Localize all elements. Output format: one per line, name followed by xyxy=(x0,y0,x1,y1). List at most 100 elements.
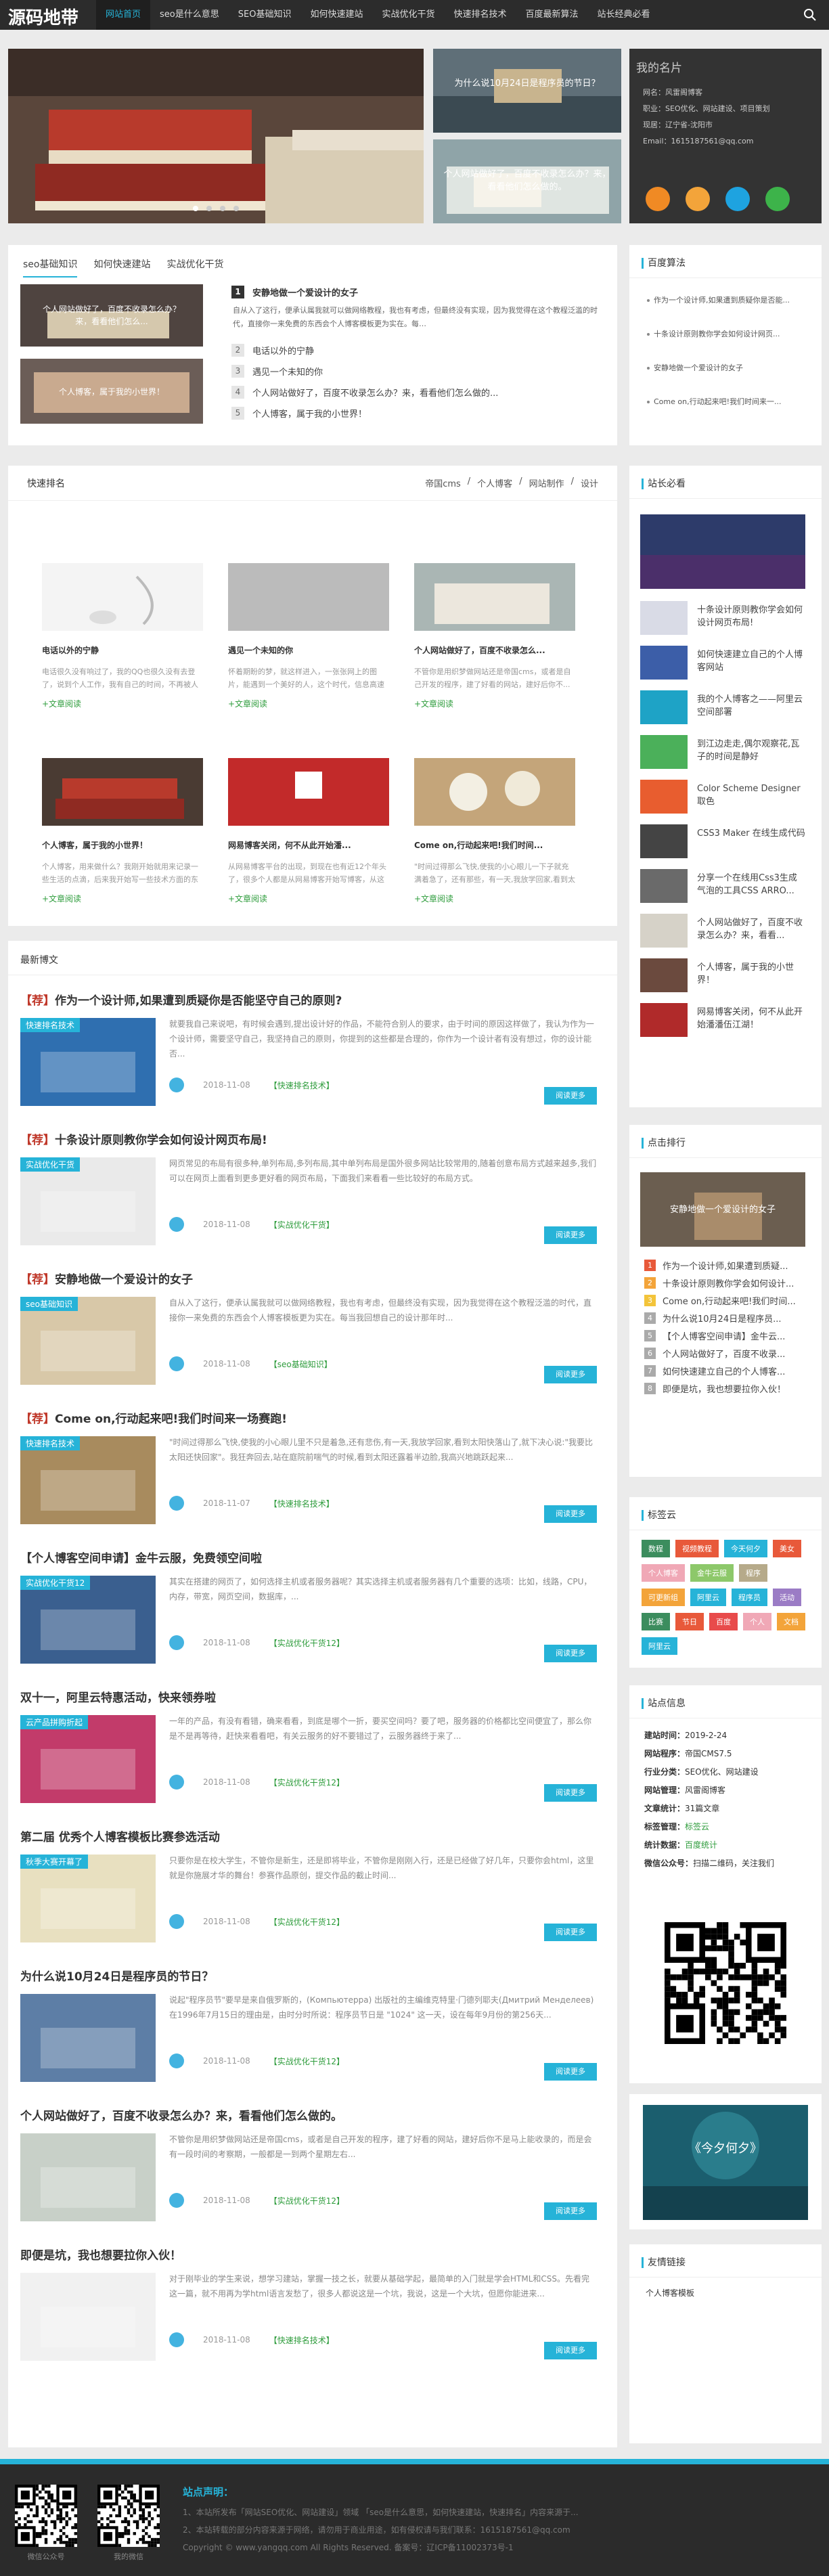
post-title[interactable]: 【荐】十条设计原则教你学会如何设计网页布局! xyxy=(20,1130,597,1147)
post-category-link[interactable]: 【实战优化干货12】 xyxy=(269,2195,344,2206)
tab-practical[interactable]: 实战优化干货 xyxy=(166,257,223,277)
ranking-item[interactable]: 8 即便是坑，我也想要拉你入伙！ xyxy=(629,1379,822,1397)
list-item[interactable]: 4 个人网站做好了，百度不收录怎么办？来，看看他们怎么做的... xyxy=(231,382,610,403)
algo-item[interactable]: 作为一个设计师,如果遭到质疑你是否能... xyxy=(639,284,812,317)
list-item-title[interactable]: 个人博客，属于我的小世界！ xyxy=(252,407,367,420)
must-read-item[interactable]: Color Scheme Designer 取色 xyxy=(640,780,805,814)
quick-rank-card[interactable]: Come on,行动起来吧!我们时间... "时间过得那么飞快,使我的小心眼儿一… xyxy=(414,758,575,904)
slide-thumb-top[interactable]: 为什么说10月24日是程序员的节日？ xyxy=(433,49,621,133)
ranking-title[interactable]: 为什么说10月24日是程序员... xyxy=(663,1312,781,1325)
post-title-text[interactable]: 【个人博客空间申请】金牛云服，免费领空间啦 xyxy=(20,1552,262,1565)
ranking-title[interactable]: 作为一个设计师,如果遭到质疑... xyxy=(663,1259,788,1272)
post-title[interactable]: 【个人博客空间申请】金牛云服，免费领空间啦 xyxy=(20,1549,597,1565)
tag-item[interactable]: 文档 xyxy=(777,1613,805,1630)
banner-ad-box[interactable]: 《今夕何夕》 xyxy=(629,2094,822,2229)
post-title-text[interactable]: 为什么说10月24日是程序员的节日？ xyxy=(20,1970,213,1984)
info-value[interactable]: 标签云 xyxy=(685,1822,709,1831)
item-title[interactable]: 我的个人博客之——阿里云空间部署 xyxy=(697,693,805,719)
quick-rank-card[interactable]: 遇见一个未知的你 怀着期盼的梦，就这样进入，一张张网上的图片，能遇到一个美好的人… xyxy=(228,563,389,709)
post-category-link[interactable]: 【实战优化干货】 xyxy=(269,1219,334,1230)
read-more-link[interactable]: +文章阅读 xyxy=(414,893,575,904)
tag-item[interactable]: 金牛云服 xyxy=(690,1564,734,1582)
slider-dot[interactable] xyxy=(220,206,225,211)
nav-item-seo-basics[interactable]: SEO基础知识 xyxy=(229,0,301,30)
item-title[interactable]: CSS3 Maker 在线生成代码 xyxy=(697,827,805,840)
mail-icon[interactable] xyxy=(686,187,710,211)
tag-item[interactable]: 数程 xyxy=(642,1540,670,1557)
ranking-item[interactable]: 6 个人网站做好了，百度不收录... xyxy=(629,1344,822,1362)
cat-link[interactable]: 帝国cms xyxy=(425,476,461,489)
read-more-button[interactable]: 阅读更多 xyxy=(544,1226,597,1244)
tag-item[interactable]: 程序员 xyxy=(732,1589,767,1606)
post-title[interactable]: 【荐】安静地做一个爱设计的女子 xyxy=(20,1270,597,1287)
must-read-item[interactable]: 我的个人博客之——阿里云空间部署 xyxy=(640,690,805,724)
slider-dots[interactable] xyxy=(8,204,424,214)
info-value[interactable]: 百度统计 xyxy=(685,1840,717,1850)
post-title-text[interactable]: 十条设计原则教你学会如何设计网页布局! xyxy=(55,1134,267,1147)
read-more-button[interactable]: 阅读更多 xyxy=(544,2342,597,2359)
ranking-item[interactable]: 3 Come on,行动起来吧!我们时间... xyxy=(629,1291,822,1309)
tag-item[interactable]: 比赛 xyxy=(642,1613,670,1630)
post-title-text[interactable]: 安静地做一个爱设计的女子 xyxy=(55,1273,193,1287)
slider-dot[interactable] xyxy=(233,206,239,211)
search-icon[interactable] xyxy=(803,8,817,22)
post-category-link[interactable]: 【实战优化干货12】 xyxy=(269,1916,344,1928)
post-category-link[interactable]: 【实战优化干货12】 xyxy=(269,2056,344,2067)
home-icon[interactable] xyxy=(646,187,670,211)
post-thumb[interactable]: 实战优化干货12 xyxy=(20,1576,156,1664)
must-read-item[interactable]: 到江边走走,偶尔观察花,瓦子的时间是静好 xyxy=(640,735,805,769)
post-thumb[interactable]: 快速排名技术 xyxy=(20,1018,156,1106)
quick-rank-card[interactable]: 个人博客，属于我的小世界！ 个人博客，用来做什么？我刚开始就用来记录一些生活的点… xyxy=(42,758,203,904)
nav-item-baidu-algo[interactable]: 百度最新算法 xyxy=(516,0,588,30)
item-title[interactable]: 个人网站做好了，百度不收录怎么办？来，看看... xyxy=(697,916,805,942)
post-category-link[interactable]: 【实战优化干货12】 xyxy=(269,1637,344,1649)
ranking-banner[interactable]: 安静地做一个爱设计的女子 xyxy=(640,1172,805,1247)
read-more-link[interactable]: +文章阅读 xyxy=(228,698,389,709)
ranking-item[interactable]: 2 十条设计原则教你学会如何设计... xyxy=(629,1274,822,1291)
must-read-banner[interactable] xyxy=(640,514,805,589)
post-title[interactable]: 个人网站做好了，百度不收录怎么办？来，看看他们怎么做的。 xyxy=(20,2106,597,2123)
ranking-title[interactable]: 十条设计原则教你学会如何设计... xyxy=(663,1276,794,1289)
card-title[interactable]: 个人网站做好了，百度不收录怎么... xyxy=(414,644,575,656)
post-thumb[interactable]: 实战优化干货 xyxy=(20,1157,156,1245)
algo-item[interactable]: 十条设计原则教你学会如何设计网页... xyxy=(639,317,812,351)
tag-item[interactable]: 程序 xyxy=(739,1564,767,1582)
list-item-title[interactable]: 个人网站做好了，百度不收录怎么办？来，看看他们怎么做的... xyxy=(252,386,498,399)
cat-link[interactable]: 设计 xyxy=(581,476,598,489)
tag-item[interactable]: 美女 xyxy=(773,1540,801,1557)
card-title[interactable]: 网易博客关闭，何不从此开始潘... xyxy=(228,839,389,851)
wechat-icon[interactable] xyxy=(765,187,790,211)
post-category-link[interactable]: 【快速排名技术】 xyxy=(269,1080,334,1091)
slider-dot[interactable] xyxy=(206,206,212,211)
must-read-item[interactable]: 十条设计原则教你学会如何设计网页布局! xyxy=(640,601,805,635)
read-more-link[interactable]: +文章阅读 xyxy=(414,698,575,709)
card-title[interactable]: 个人博客，属于我的小世界！ xyxy=(42,839,203,851)
card-title[interactable]: 遇见一个未知的你 xyxy=(228,644,389,656)
read-more-button[interactable]: 阅读更多 xyxy=(544,1087,597,1105)
read-more-button[interactable]: 阅读更多 xyxy=(544,2202,597,2220)
algo-item[interactable]: 安静地做一个爱设计的女子 xyxy=(639,351,812,385)
thumb-caption[interactable]: 为什么说10月24日是程序员的节日？ xyxy=(433,77,621,90)
read-more-link[interactable]: +文章阅读 xyxy=(42,698,203,709)
item-title[interactable]: 十条设计原则教你学会如何设计网页布局! xyxy=(697,604,805,629)
read-more-button[interactable]: 阅读更多 xyxy=(544,1505,597,1523)
featured-row[interactable]: 1 安静地做一个爱设计的女子 xyxy=(231,286,610,298)
tag-item[interactable]: 百度 xyxy=(709,1613,738,1630)
post-title[interactable]: 双十一，阿里云特惠活动，快来领券啦 xyxy=(20,1688,597,1705)
cat-link[interactable]: 个人博客 xyxy=(477,476,512,489)
ranking-title[interactable]: Come on,行动起来吧!我们时间... xyxy=(663,1294,796,1307)
item-title[interactable]: Color Scheme Designer 取色 xyxy=(697,782,805,808)
read-more-link[interactable]: +文章阅读 xyxy=(42,893,203,904)
tag-item[interactable]: 阿里云 xyxy=(690,1589,726,1606)
quick-rank-card[interactable]: 个人网站做好了，百度不收录怎么... 不管你是用织梦做网站还是帝国cms，或者是… xyxy=(414,563,575,709)
post-title-text[interactable]: 双十一，阿里云特惠活动，快来领券啦 xyxy=(20,1691,216,1705)
tag-item[interactable]: 活动 xyxy=(773,1589,801,1606)
algo-item[interactable]: Come on,行动起来吧!我们时间来一... xyxy=(639,385,812,419)
must-read-item[interactable]: 个人网站做好了，百度不收录怎么办？来，看看... xyxy=(640,914,805,948)
must-read-item[interactable]: 个人博客，属于我的小世界！ xyxy=(640,958,805,992)
list-item[interactable]: 3 遇见一个未知的你 xyxy=(231,361,610,382)
post-thumb[interactable] xyxy=(20,2273,156,2361)
post-thumb[interactable]: seo基础知识 xyxy=(20,1297,156,1385)
ranking-title[interactable]: 个人网站做好了，百度不收录... xyxy=(663,1347,785,1360)
tag-item[interactable]: 节日 xyxy=(675,1613,704,1630)
